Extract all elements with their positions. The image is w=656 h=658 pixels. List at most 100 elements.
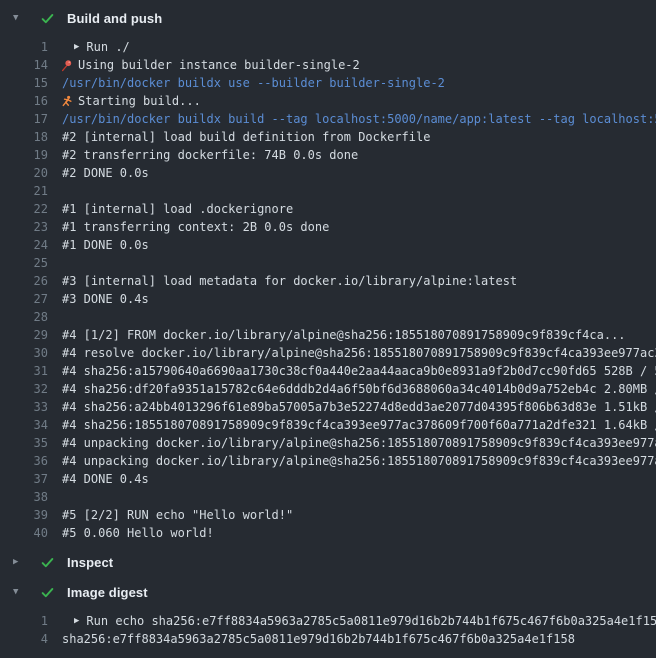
log-line: 17/usr/bin/docker buildx build --tag loc…: [0, 110, 656, 128]
log-line: 18 #2 [internal] load build definition fr…: [0, 128, 656, 146]
line-content: ▶Run echo sha256:e7ff8834a5963a2785c5a08…: [62, 612, 656, 630]
section-header-build-and-push[interactable]: ▼Build and push: [0, 3, 656, 33]
section-header-image-digest[interactable]: ▼Image digest: [0, 577, 656, 607]
log-line: 40 #5 0.060 Hello world!: [0, 524, 656, 542]
line-text: #3 [internal] load metadata for docker.i…: [62, 272, 517, 290]
line-content: #4 sha256:a24bb4013296f61e89ba57005a7b3e…: [62, 398, 656, 416]
log-line: 29 #4 [1/2] FROM docker.io/library/alpine…: [0, 326, 656, 344]
line-number[interactable]: 36: [0, 452, 48, 470]
line-number[interactable]: 21: [0, 182, 48, 200]
section-log-build-and-push: 1 ▶ Run ./ 14 Using builder instance builder…: [0, 33, 656, 547]
line-content: #4 unpacking docker.io/library/alpine@sh…: [62, 452, 656, 470]
line-content: sha256:e7ff8834a5963a2785c5a0811e979d16b…: [62, 630, 575, 648]
log-line: 14 Using builder instance builder-single-…: [0, 56, 656, 74]
line-number[interactable]: 22: [0, 200, 48, 218]
line-text: #5 [2/2] RUN echo "Hello world!": [62, 506, 293, 524]
line-number[interactable]: 39: [0, 506, 48, 524]
chevron-down-icon: ▼: [13, 588, 27, 597]
line-content: Using builder instance builder-single-2: [62, 56, 360, 74]
chevron-right-icon: ▶: [13, 558, 27, 567]
line-content: /usr/bin/docker buildx use --builder bui…: [62, 74, 445, 92]
line-content: #4 unpacking docker.io/library/alpine@sh…: [62, 434, 656, 452]
line-text: #4 DONE 0.4s: [62, 470, 149, 488]
workflow-log-viewer: ▼Build and push1▶Run ./14Using builder i…: [0, 3, 656, 653]
log-line: 27 #3 DONE 0.4s: [0, 290, 656, 308]
line-number[interactable]: 20: [0, 164, 48, 182]
line-content: #4 [1/2] FROM docker.io/library/alpine@s…: [62, 326, 626, 344]
line-number[interactable]: 27: [0, 290, 48, 308]
line-number[interactable]: 31: [0, 362, 48, 380]
line-content: /usr/bin/docker buildx build --tag local…: [62, 110, 656, 128]
line-text: #2 DONE 0.0s: [62, 164, 149, 182]
log-line: 21: [0, 182, 656, 200]
expand-command-icon[interactable]: ▶: [74, 612, 79, 630]
chevron-down-icon: ▼: [13, 14, 27, 23]
line-text: /usr/bin/docker buildx build --tag local…: [62, 110, 656, 128]
line-number[interactable]: 24: [0, 236, 48, 254]
line-text: #4 unpacking docker.io/library/alpine@sh…: [62, 434, 656, 452]
line-number[interactable]: 30: [0, 344, 48, 362]
log-line: 1 ▶Run echo sha256:e7ff8834a5963a2785c5a0…: [0, 612, 656, 630]
line-number[interactable]: 33: [0, 398, 48, 416]
line-content: #1 [internal] load .dockerignore: [62, 200, 293, 218]
log-line: 36 #4 unpacking docker.io/library/alpine@…: [0, 452, 656, 470]
line-number[interactable]: 32: [0, 380, 48, 398]
log-line: 23 #1 transferring context: 2B 0.0s done: [0, 218, 656, 236]
log-line: 20 #2 DONE 0.0s: [0, 164, 656, 182]
line-number[interactable]: 14: [0, 56, 48, 74]
line-text: sha256:e7ff8834a5963a2785c5a0811e979d16b…: [62, 630, 575, 648]
line-number[interactable]: 35: [0, 434, 48, 452]
line-number[interactable]: 40: [0, 524, 48, 542]
log-line: 28: [0, 308, 656, 326]
section-header-inspect[interactable]: ▶ Inspect: [0, 547, 656, 577]
line-number[interactable]: 23: [0, 218, 48, 236]
line-number[interactable]: 37: [0, 470, 48, 488]
line-number[interactable]: 1: [0, 612, 48, 630]
line-number[interactable]: 25: [0, 254, 48, 272]
line-text: #4 sha256:df20fa9351a15782c64e6dddb2d4a6…: [62, 380, 656, 398]
line-content: #1 DONE 0.0s: [62, 236, 149, 254]
line-text: #2 [internal] load build definition from…: [62, 128, 430, 146]
line-text: /usr/bin/docker buildx use --builder bui…: [62, 74, 445, 92]
line-content: #4 resolve docker.io/library/alpine@sha2…: [62, 344, 656, 362]
line-text: Run ./: [86, 38, 129, 56]
line-number[interactable]: 1: [0, 38, 48, 56]
line-content: #4 sha256:a15790640a6690aa1730c38cf0a440…: [62, 362, 656, 380]
line-number[interactable]: 17: [0, 110, 48, 128]
log-line: 22 #1 [internal] load .dockerignore: [0, 200, 656, 218]
line-number[interactable]: 26: [0, 272, 48, 290]
line-number[interactable]: 29: [0, 326, 48, 344]
line-text: #5 0.060 Hello world!: [62, 524, 214, 542]
line-text: #1 transferring context: 2B 0.0s done: [62, 218, 329, 236]
expand-command-icon[interactable]: ▶: [74, 38, 79, 56]
line-text: #4 sha256:a15790640a6690aa1730c38cf0a440…: [62, 362, 656, 380]
line-content: ▶ Run ./: [62, 38, 130, 56]
log-line: 19#2 transferring dockerfile: 74B 0.0s d…: [0, 146, 656, 164]
line-content: #2 DONE 0.0s: [62, 164, 149, 182]
check-icon: [40, 555, 55, 570]
line-number[interactable]: 28: [0, 308, 48, 326]
line-number[interactable]: 34: [0, 416, 48, 434]
line-number[interactable]: 16: [0, 92, 48, 110]
pushpin-icon: [62, 59, 73, 72]
line-content: #4 sha256:185518070891758909c9f839cf4ca3…: [62, 416, 656, 434]
line-content: Starting build...: [62, 92, 201, 110]
line-text: #4 [1/2] FROM docker.io/library/alpine@s…: [62, 326, 626, 344]
section-title: Inspect: [67, 555, 113, 570]
log-line: 31 #4 sha256:a15790640a6690aa1730c38cf0a4…: [0, 362, 656, 380]
runner-icon: [62, 95, 73, 108]
line-number[interactable]: 15: [0, 74, 48, 92]
log-line: 37 #4 DONE 0.4s: [0, 470, 656, 488]
log-line: 38: [0, 488, 656, 506]
line-number[interactable]: 18: [0, 128, 48, 146]
line-number[interactable]: 38: [0, 488, 48, 506]
log-line: 24 #1 DONE 0.0s: [0, 236, 656, 254]
log-line: 39 #5 [2/2] RUN echo "Hello world!": [0, 506, 656, 524]
log-line: 15/usr/bin/docker buildx use --builder b…: [0, 74, 656, 92]
section-log-image-digest: 1 ▶Run echo sha256:e7ff8834a5963a2785c5a0…: [0, 607, 656, 653]
line-number[interactable]: 4: [0, 630, 48, 648]
log-line: 4 sha256:e7ff8834a5963a2785c5a0811e979d16…: [0, 630, 656, 648]
line-content: #3 DONE 0.4s: [62, 290, 149, 308]
line-number[interactable]: 19: [0, 146, 48, 164]
log-line: 30 #4 resolve docker.io/library/alpine@sh…: [0, 344, 656, 362]
